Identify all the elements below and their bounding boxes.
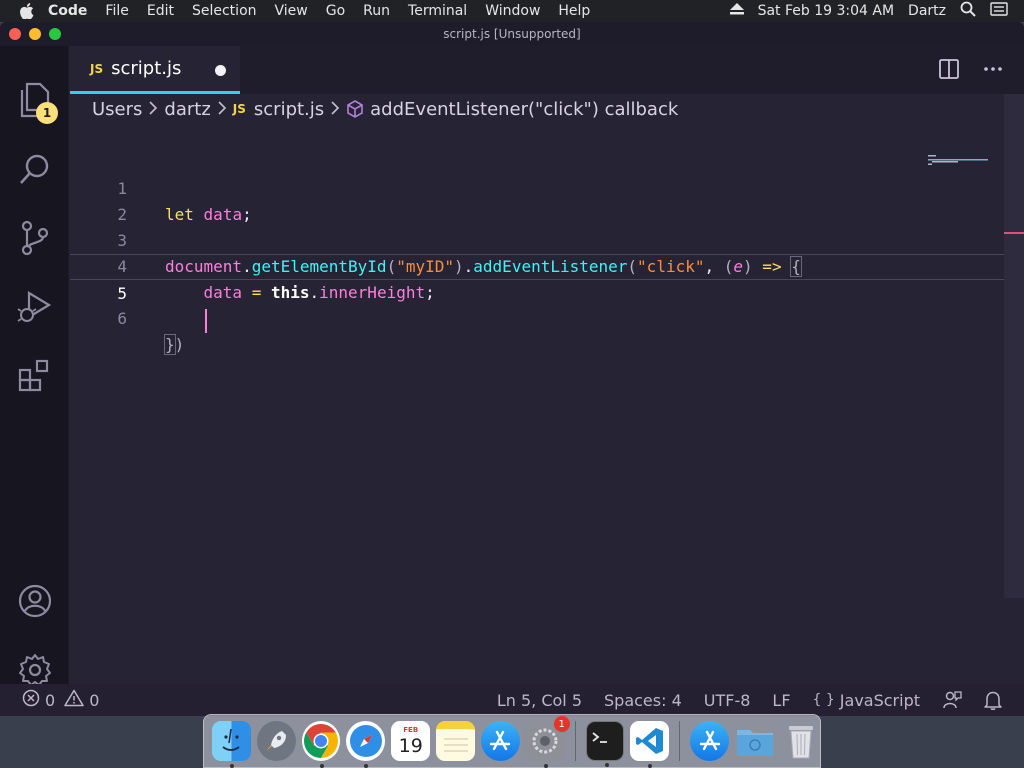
code-line[interactable]: 2 [70,176,1004,224]
code-editor[interactable]: 1 let data; 2 3 document.getElementById(… [70,150,1004,355]
menu-terminal[interactable]: Terminal [399,3,476,19]
unsaved-indicator-icon[interactable] [215,65,226,76]
chevron-right-icon [217,99,227,120]
notifications-bell-icon[interactable] [984,690,1002,710]
cursor-position-marker [1004,232,1024,234]
breadcrumb-symbol[interactable]: addEventListener("click") callback [370,99,678,120]
minimize-window-button[interactable] [29,28,41,40]
menu-app-code[interactable]: Code [48,3,96,19]
downloads-folder-icon[interactable] [735,721,775,761]
error-icon [22,689,40,711]
control-center-icon[interactable] [990,2,1008,20]
status-bar: 0 0 Ln 5, Col 5 Spaces: 4 UTF-8 LF { } J… [0,684,1024,716]
token-punct: ) [174,335,185,354]
error-count: 0 [45,690,56,710]
eject-icon[interactable] [729,3,744,19]
feedback-icon[interactable] [942,690,962,710]
search-icon[interactable] [17,151,53,187]
accounts-icon[interactable] [17,583,53,619]
language-label: JavaScript [839,690,920,710]
chrome-icon[interactable] [301,721,341,768]
dock-separator [679,721,681,761]
tab-script-js[interactable]: JS script.js [70,46,240,94]
launchpad-icon[interactable] [256,721,296,761]
chevron-right-icon [330,99,340,120]
split-editor-icon[interactable] [938,58,960,84]
indentation-status[interactable]: Spaces: 4 [604,691,682,710]
menu-bar: Code File Edit Selection View Go Run Ter… [0,0,1024,22]
title-bar: script.js [Unsupported] [0,22,1024,46]
code-line[interactable]: 4 data = this.innerHeight; [70,228,1004,302]
system-preferences-icon[interactable]: 1 [525,716,570,768]
safari-icon[interactable] [346,721,386,768]
menu-edit[interactable]: Edit [138,3,183,19]
window-title: script.js [Unsupported] [443,27,581,41]
more-actions-icon[interactable] [982,58,1004,84]
close-window-button[interactable] [9,28,21,40]
text-cursor [204,308,207,333]
calendar-month: FEB [403,725,419,734]
code-line[interactable]: 1 let data; [70,150,1004,224]
symbol-method-icon [346,100,364,118]
menu-view[interactable]: View [266,3,317,19]
finder-icon[interactable] [212,721,251,768]
encoding-status[interactable]: UTF-8 [704,691,751,710]
eol-status[interactable]: LF [772,691,790,710]
apple-menu-icon[interactable] [20,3,34,19]
tab-label: script.js [111,58,182,79]
explorer-badge: 1 [36,102,58,124]
line-number: 6 [117,309,127,328]
terminal-icon[interactable] [585,721,625,767]
notification-badge: 1 [553,716,570,732]
warning-icon [64,689,84,711]
vscode-window: script.js [Unsupported] 1 JS script.js U… [0,22,1024,716]
menu-help[interactable]: Help [549,3,599,19]
dock: FEB 19 1 [203,714,821,768]
breadcrumb-file[interactable]: script.js [254,99,324,120]
code-line-active[interactable]: 5 [70,254,1004,333]
extensions-icon[interactable] [17,358,53,394]
breadcrumb-users[interactable]: Users [92,99,142,120]
settings-gear-icon[interactable] [17,652,53,688]
chevron-right-icon [148,99,158,120]
zoom-window-button[interactable] [49,28,61,40]
app-store-icon[interactable] [480,721,520,761]
editor-area: JS script.js Users dartz JS script.js ad… [70,46,1024,684]
vscode-icon[interactable] [630,721,670,768]
tab-bar: JS script.js [70,46,1024,94]
dock-separator [574,721,576,761]
trash-icon[interactable] [781,721,820,761]
notes-icon[interactable] [436,721,475,761]
braces-icon: { } [812,692,835,708]
breadcrumb: Users dartz JS script.js addEventListene… [70,94,1024,124]
code-line[interactable]: 3 document.getElementById("myID").addEve… [70,202,1004,277]
menu-go[interactable]: Go [317,3,354,19]
javascript-file-icon: JS [90,61,104,76]
activity-bar: 1 [0,46,69,686]
menu-selection[interactable]: Selection [183,3,266,19]
language-mode-status[interactable]: { } JavaScript [813,691,920,710]
run-debug-icon[interactable] [17,289,53,325]
menu-window[interactable]: Window [476,3,549,19]
menubar-user[interactable]: Dartz [908,3,946,19]
menu-file[interactable]: File [96,3,137,19]
token-brace: } [164,334,176,355]
breadcrumb-dartz[interactable]: dartz [164,99,210,120]
menu-run[interactable]: Run [354,3,399,19]
app-store-icon[interactable] [690,721,730,761]
calendar-icon[interactable]: FEB 19 [391,721,431,761]
javascript-file-icon: JS [232,102,246,116]
source-control-icon[interactable] [17,220,53,256]
problems-status[interactable]: 0 0 [22,689,99,711]
spotlight-search-icon[interactable] [960,1,976,21]
warning-count: 0 [89,690,100,710]
cursor-position-status[interactable]: Ln 5, Col 5 [497,691,582,710]
menubar-clock[interactable]: Sat Feb 19 3:04 AM [758,3,894,19]
code-line[interactable]: 6 }) [70,280,1004,355]
vertical-scrollbar[interactable] [1004,94,1024,598]
calendar-day: 19 [398,734,423,757]
